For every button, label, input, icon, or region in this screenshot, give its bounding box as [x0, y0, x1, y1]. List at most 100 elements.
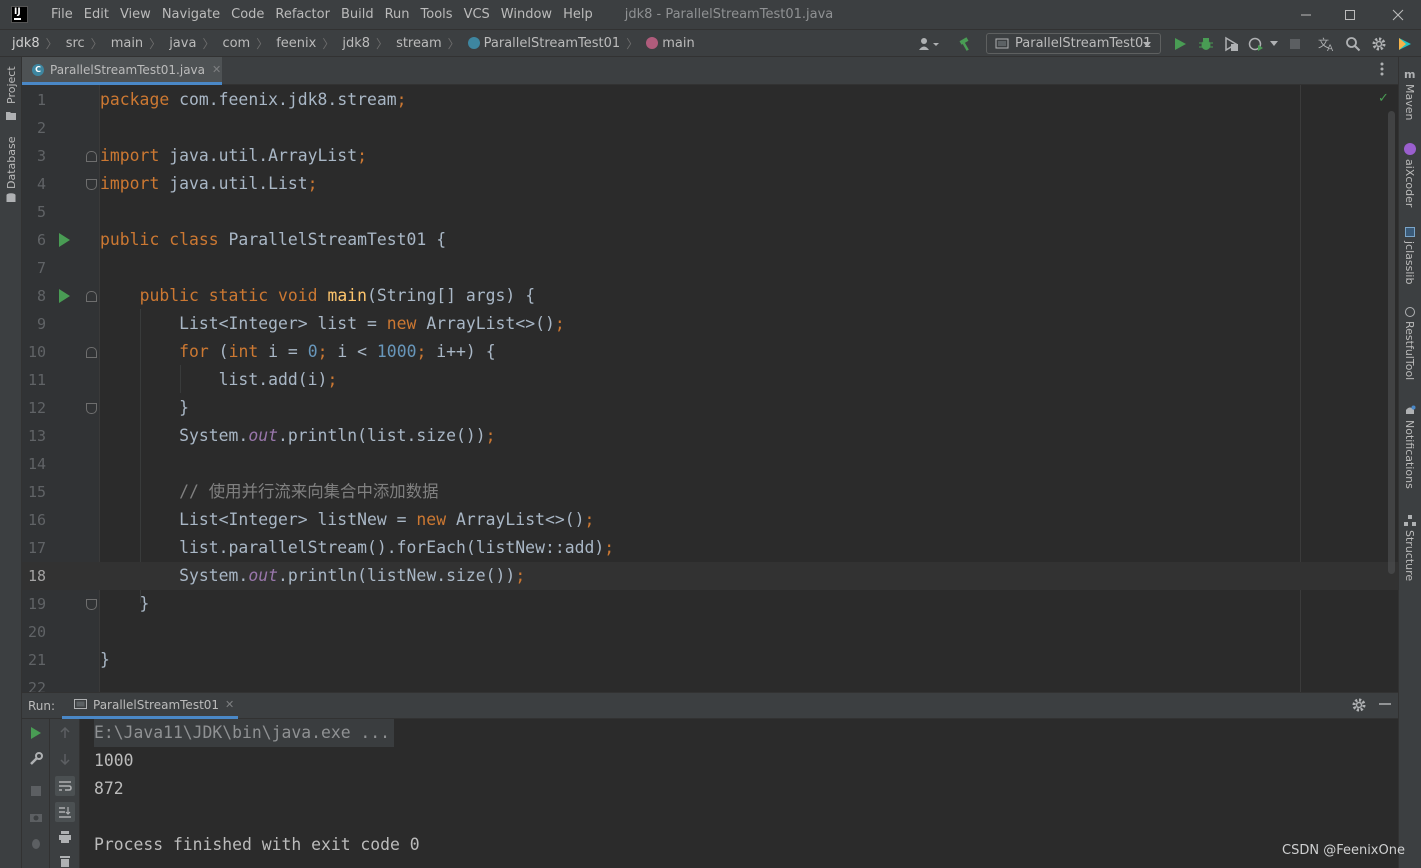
code-line: 15 // 使用并行流来向集合中添加数据 — [22, 478, 1398, 506]
line-number: 19 — [27, 595, 46, 613]
notifications-tool-label: Notifications — [1403, 420, 1416, 489]
run-class-gutter-icon[interactable] — [59, 233, 70, 247]
jclasslib-tool-button[interactable]: jclasslib — [1399, 225, 1421, 287]
menu-help[interactable]: Help — [558, 0, 599, 29]
console-command-line[interactable]: E:\Java11\JDK\bin\java.exe ... — [94, 719, 395, 747]
breadcrumb-com[interactable]: com — [214, 36, 250, 51]
breadcrumb-jdk8[interactable]: jdk8 — [334, 36, 370, 51]
breadcrumb-java[interactable]: java — [161, 36, 196, 51]
menu-build[interactable]: Build — [336, 0, 380, 29]
structure-icon — [1404, 515, 1416, 526]
console-line: 1000 — [94, 751, 134, 770]
camera-icon — [30, 814, 42, 822]
fold-icon[interactable] — [86, 179, 97, 190]
arrow-down-icon — [60, 754, 70, 765]
debug-process-button[interactable] — [27, 834, 45, 852]
editor-tab-options-button[interactable] — [1380, 62, 1390, 80]
stop-process-button[interactable] — [27, 782, 45, 800]
run-panel-label: Run: — [28, 699, 56, 713]
breadcrumb-method[interactable]: main — [638, 36, 695, 51]
search-button[interactable] — [1344, 35, 1362, 53]
menu-tools[interactable]: Tools — [416, 0, 459, 29]
code-text: } — [100, 594, 150, 613]
breadcrumb-feenix[interactable]: feenix — [268, 36, 316, 51]
fold-icon[interactable] — [86, 403, 97, 414]
menu-refactor[interactable]: Refactor — [270, 0, 336, 29]
settings-button[interactable] — [1370, 35, 1388, 53]
rerun-button[interactable] — [27, 724, 45, 742]
scroll-down-button[interactable] — [56, 750, 74, 768]
fold-icon[interactable] — [86, 291, 97, 302]
maximize-button[interactable] — [1327, 0, 1373, 29]
stop-button[interactable] — [1286, 35, 1304, 53]
maven-tool-button[interactable]: m Maven — [1399, 65, 1421, 125]
code-line: 1 package com.feenix.jdk8.stream; — [22, 86, 1398, 114]
menu-view[interactable]: View — [115, 0, 157, 29]
breadcrumb-class[interactable]: ParallelStreamTest01 — [460, 36, 620, 51]
code-editor[interactable]: 1 package com.feenix.jdk8.stream; 2 3 im… — [22, 85, 1398, 692]
console-output[interactable]: E:\Java11\JDK\bin\java.exe ... 1000 872 … — [94, 719, 420, 859]
menu-vcs[interactable]: VCS — [459, 0, 496, 29]
print-button[interactable] — [56, 828, 74, 846]
run-configuration-select[interactable]: ParallelStreamTest01 — [986, 33, 1161, 54]
hide-panel-button[interactable] — [1378, 697, 1394, 713]
fold-icon[interactable] — [86, 599, 97, 610]
menu-edit[interactable]: Edit — [79, 0, 115, 29]
clear-all-button[interactable] — [56, 852, 74, 868]
breadcrumb-src[interactable]: src — [58, 36, 85, 51]
breadcrumb-separator: 〉 — [447, 36, 460, 51]
fold-icon[interactable] — [86, 151, 97, 162]
close-run-tab-icon[interactable]: ✕ — [225, 698, 234, 711]
trash-icon — [60, 856, 70, 867]
code-line: 16 List<Integer> listNew = new ArrayList… — [22, 506, 1398, 534]
editor-scrollbar[interactable] — [1388, 111, 1395, 574]
run-main-gutter-icon[interactable] — [59, 289, 70, 303]
line-number: 22 — [27, 679, 46, 692]
code-line: 12 } — [22, 394, 1398, 422]
line-number: 7 — [36, 259, 46, 277]
editor-tab-parallelstreamtest01[interactable]: C ParallelStreamTest01.java ✕ — [22, 57, 222, 85]
run-tab-parallelstreamtest01[interactable]: ParallelStreamTest01 ✕ — [62, 693, 238, 719]
breadcrumb-separator: 〉 — [626, 36, 639, 51]
java-class-icon: C — [32, 63, 44, 76]
code-line: 20 — [22, 618, 1398, 646]
inspection-ok-icon[interactable]: ✓ — [1378, 91, 1389, 106]
scroll-up-button[interactable] — [56, 724, 74, 742]
soft-wrap-toggle[interactable] — [55, 776, 75, 796]
profile-button[interactable] — [1247, 35, 1265, 53]
database-tool-button[interactable]: Database — [0, 135, 22, 207]
chevron-down-icon — [1270, 41, 1278, 46]
scroll-to-end-toggle[interactable] — [55, 802, 75, 822]
run-button[interactable] — [1171, 35, 1189, 53]
menu-file[interactable]: File — [46, 0, 79, 29]
close-window-button[interactable] — [1375, 0, 1421, 29]
debug-button[interactable] — [1197, 35, 1215, 53]
notifications-tool-button[interactable]: Notifications — [1399, 403, 1421, 493]
dump-threads-button[interactable] — [27, 808, 45, 826]
fold-icon[interactable] — [86, 347, 97, 358]
minimize-button[interactable] — [1283, 0, 1329, 29]
restfultool-tool-button[interactable]: RestfulTool — [1399, 305, 1421, 385]
minimize-icon — [1379, 703, 1391, 705]
coverage-button[interactable] — [1222, 35, 1240, 53]
translate-button[interactable]: 文A — [1318, 35, 1336, 53]
build-hammer-icon[interactable] — [957, 35, 975, 53]
structure-tool-button[interactable]: Structure — [1399, 513, 1421, 583]
menu-code[interactable]: Code — [226, 0, 270, 29]
close-tab-icon[interactable]: ✕ — [212, 63, 221, 76]
plugin-button[interactable] — [1396, 35, 1414, 53]
breadcrumb-stream[interactable]: stream — [388, 36, 442, 51]
wrench-icon — [30, 752, 43, 765]
modify-config-button[interactable] — [27, 750, 45, 768]
user-icon[interactable] — [916, 35, 942, 53]
project-tool-button[interactable]: Project — [0, 57, 22, 127]
run-settings-button[interactable] — [1351, 697, 1367, 713]
breadcrumb-project[interactable]: jdk8 — [0, 36, 40, 51]
menu-navigate[interactable]: Navigate — [157, 0, 226, 29]
aixcoder-tool-button[interactable]: aiXcoder — [1399, 141, 1421, 211]
menu-run[interactable]: Run — [380, 0, 416, 29]
window-title: jdk8 - ParallelStreamTest01.java — [624, 7, 834, 22]
more-run-options[interactable] — [1267, 35, 1281, 53]
breadcrumb-main[interactable]: main — [103, 36, 143, 51]
menu-window[interactable]: Window — [496, 0, 558, 29]
